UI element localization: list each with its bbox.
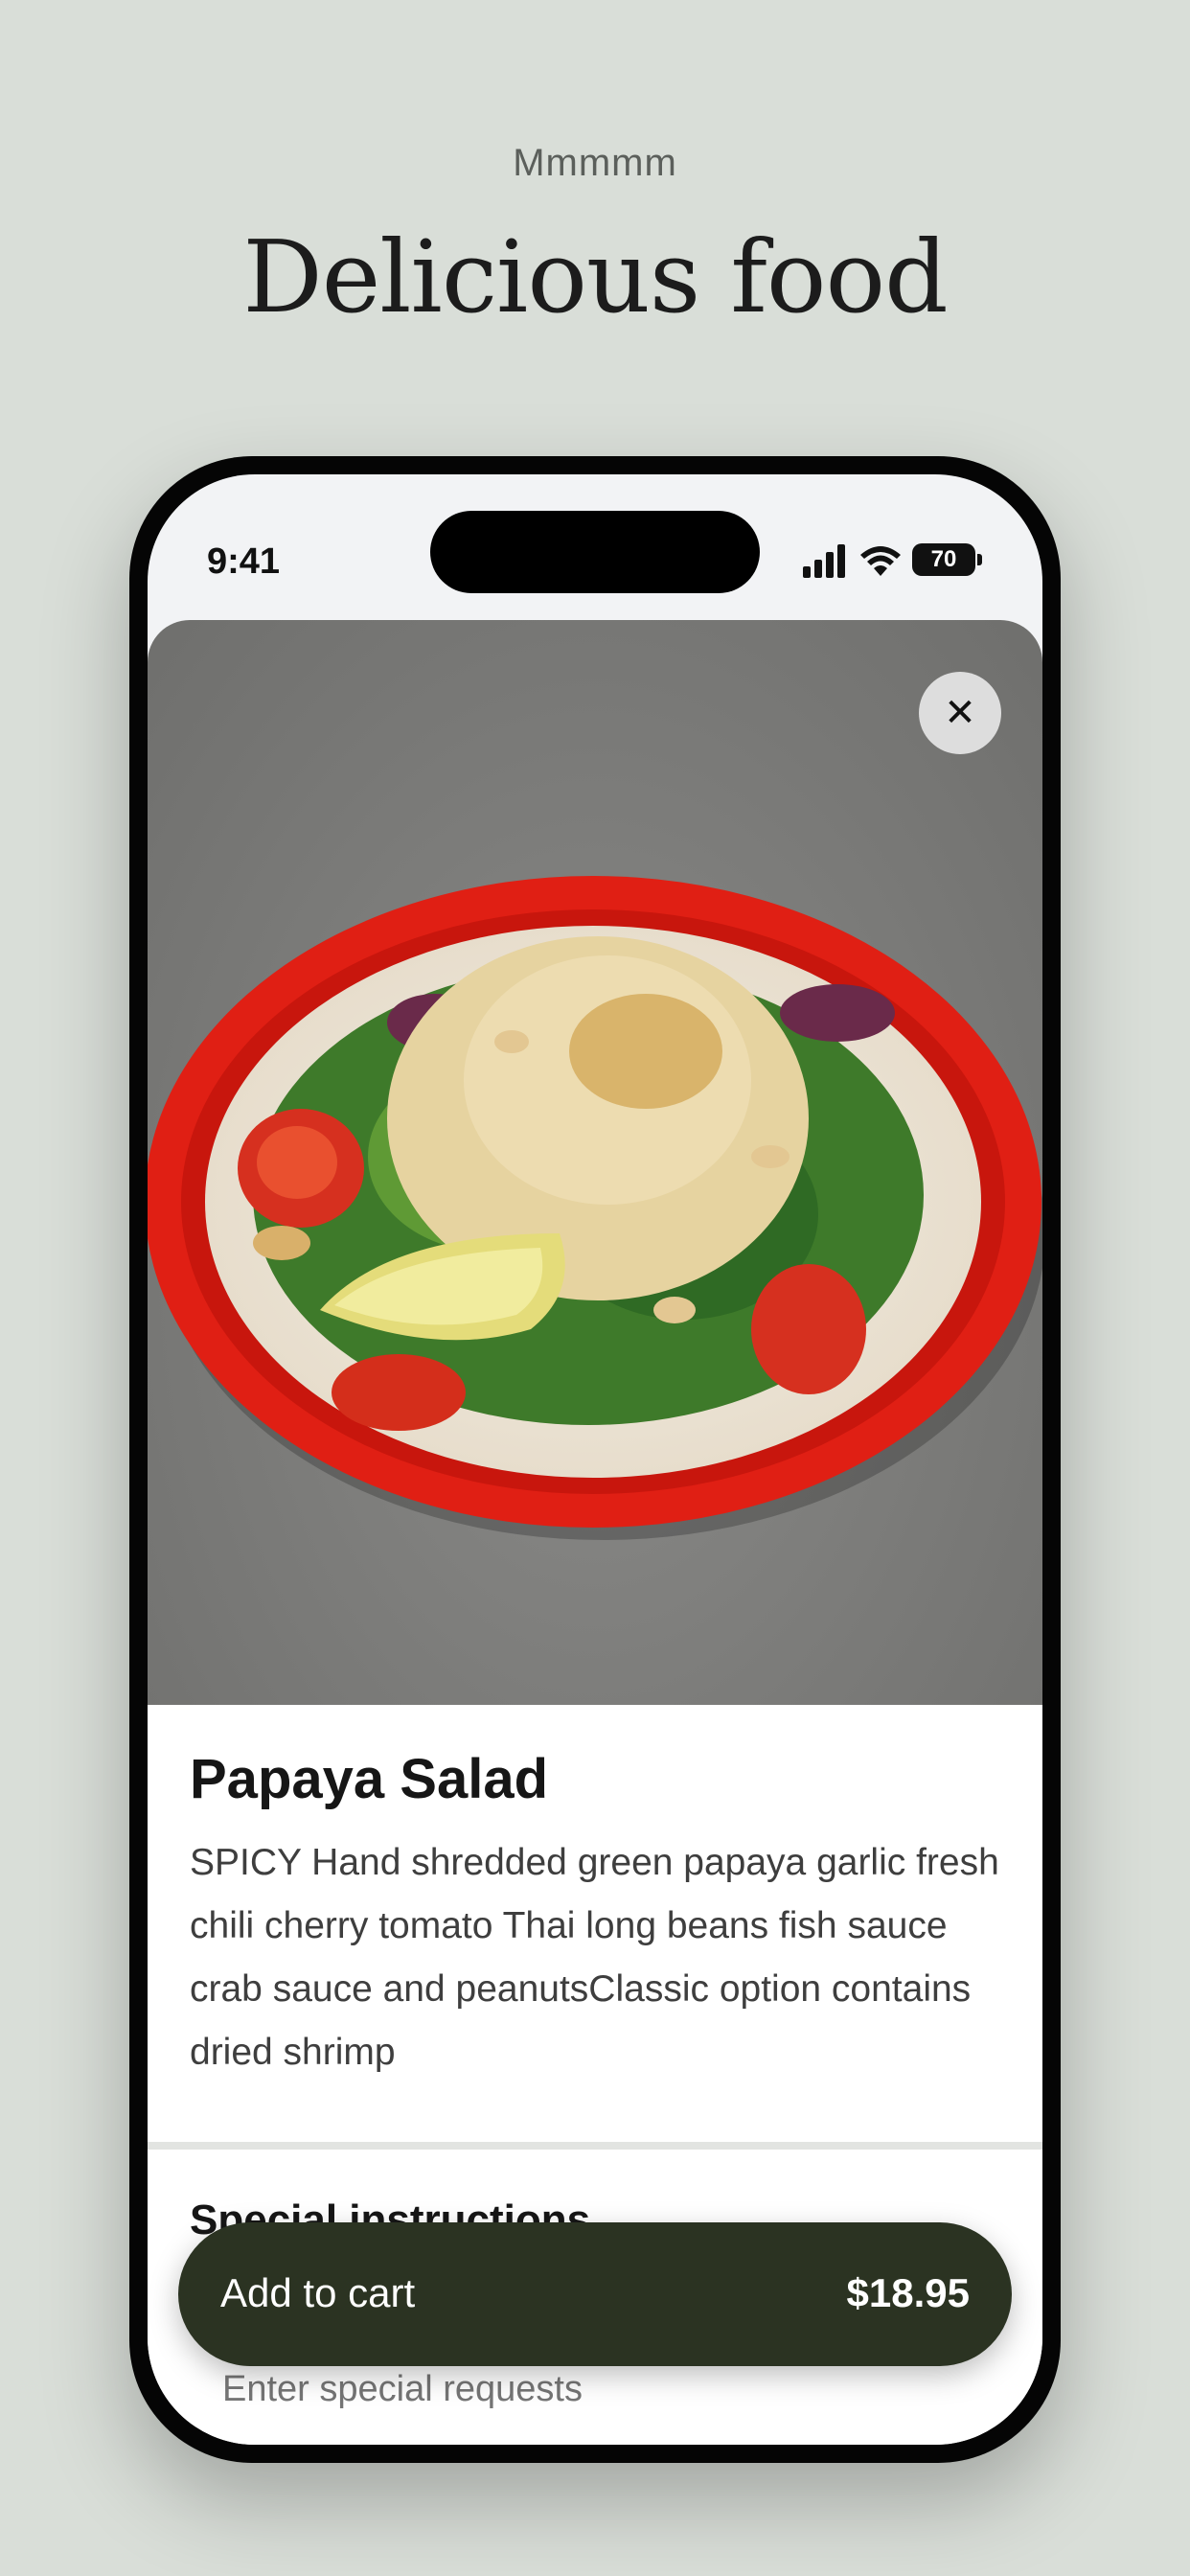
battery-tip xyxy=(977,554,982,565)
promo-title: Delicious food xyxy=(242,218,948,335)
battery-icon: 70 xyxy=(912,543,975,576)
status-time: 9:41 xyxy=(207,541,281,582)
dish-photo: ✕ xyxy=(148,620,1042,1705)
promo-eyebrow: Mmmmm xyxy=(513,142,677,184)
add-to-cart-button[interactable]: Add to cart $18.95 xyxy=(178,2222,1012,2366)
papaya-salad-image xyxy=(148,876,1042,1540)
dish-description: SPICY Hand shredded green papaya garlic … xyxy=(190,1842,999,2073)
signal-icon xyxy=(803,544,845,578)
close-button[interactable]: ✕ xyxy=(919,672,1001,754)
dish-name: Papaya Salad xyxy=(190,1748,548,1810)
phone-screen: 9:41 70 ✕ Papaya Salad SPICY Hand shredd… xyxy=(148,474,1042,2445)
wifi-icon xyxy=(860,546,901,576)
dynamic-island xyxy=(430,511,760,593)
add-to-cart-label: Add to cart xyxy=(220,2270,416,2315)
section-divider xyxy=(148,2142,1042,2150)
close-icon: ✕ xyxy=(944,692,976,734)
cart-price: $18.95 xyxy=(846,2270,970,2315)
phone-frame: 9:41 70 ✕ Papaya Salad SPICY Hand shredd… xyxy=(129,456,1061,2463)
special-instructions-input[interactable] xyxy=(222,2369,893,2410)
item-detail-sheet: ✕ Papaya Salad SPICY Hand shredded green… xyxy=(148,620,1042,2445)
status-icons: 70 xyxy=(801,541,983,580)
